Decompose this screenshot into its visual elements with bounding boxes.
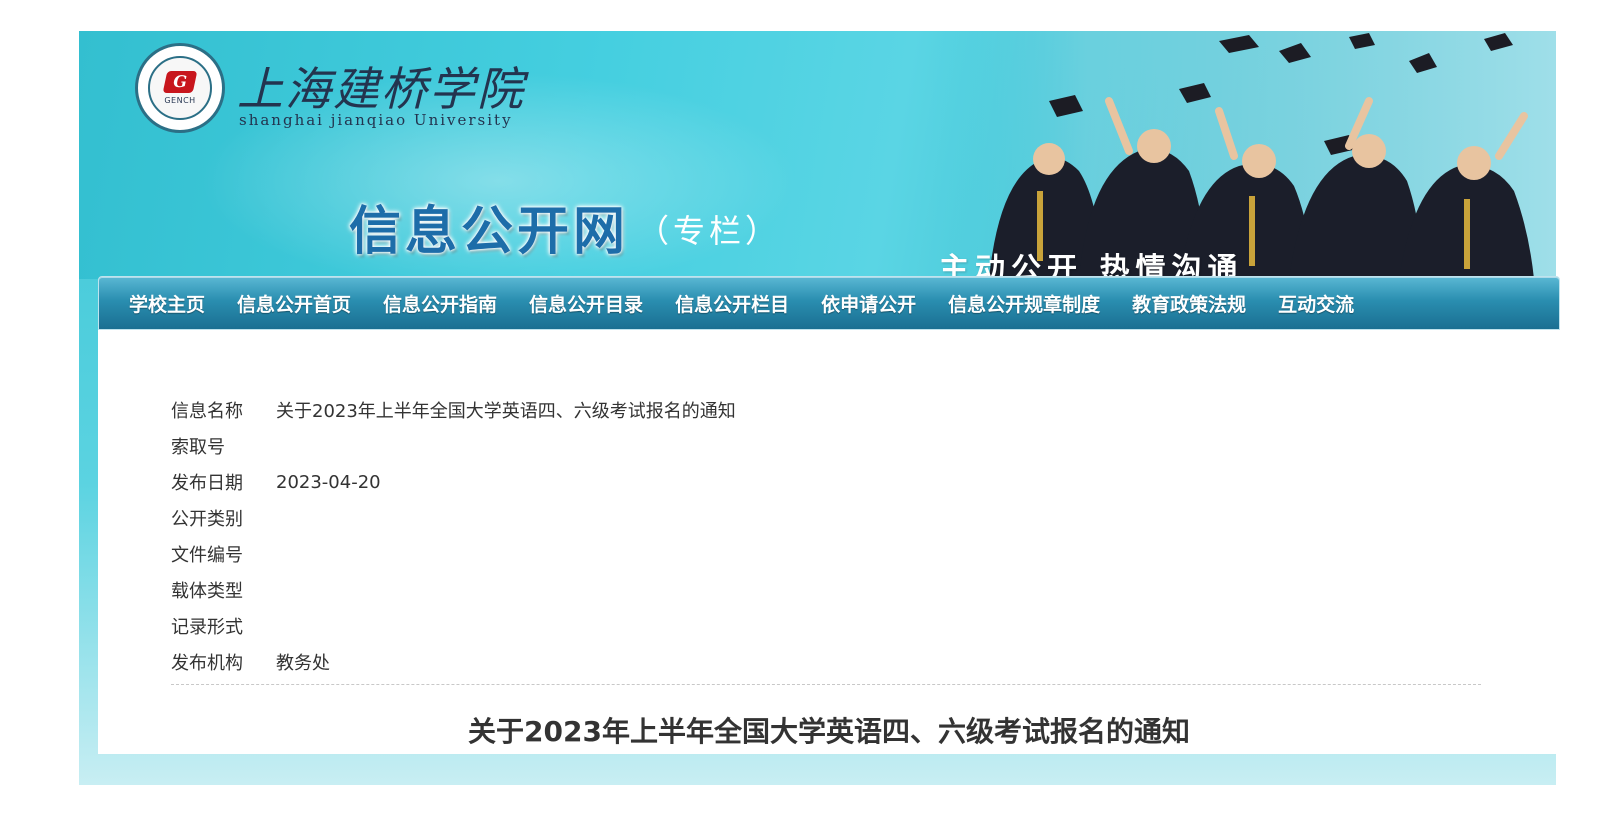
meta-label: 发布机构	[171, 653, 243, 674]
meta-row-category: 公开类别	[171, 500, 1461, 536]
meta-row-document-number: 文件编号	[171, 536, 1461, 572]
school-name-en: shanghai jianqiao University	[239, 111, 513, 129]
meta-row-info-name: 信息名称 关于2023年上半年全国大学英语四、六级考试报名的通知	[171, 392, 1461, 428]
nav-item-request-disclosure[interactable]: 依申请公开	[821, 290, 916, 317]
meta-label: 信息名称	[171, 401, 243, 422]
meta-row-publisher: 发布机构 教务处	[171, 644, 1461, 680]
header-banner: G GENCH 上海建桥学院 shanghai jianqiao Univers…	[79, 31, 1556, 279]
nav-item-disclosure-guide[interactable]: 信息公开指南	[383, 290, 497, 317]
site-subtitle: （专栏）	[637, 212, 782, 250]
nav-item-disclosure-home[interactable]: 信息公开首页	[237, 290, 351, 317]
meta-row-publish-date: 发布日期 2023-04-20	[171, 464, 1461, 500]
nav-item-interaction[interactable]: 互动交流	[1278, 290, 1354, 317]
meta-row-record-form: 记录形式	[171, 608, 1461, 644]
meta-label: 公开类别	[171, 509, 243, 530]
content-area: 信息名称 关于2023年上半年全国大学英语四、六级考试报名的通知 索取号 发布日…	[98, 330, 1560, 754]
meta-value: 教务处	[276, 653, 330, 674]
info-metadata: 信息名称 关于2023年上半年全国大学英语四、六级考试报名的通知 索取号 发布日…	[171, 392, 1481, 685]
meta-label: 记录形式	[171, 617, 243, 638]
logo-mark: G	[162, 71, 198, 93]
graduation-photo	[929, 31, 1556, 279]
nav-item-education-policy[interactable]: 教育政策法规	[1132, 290, 1246, 317]
meta-row-index-number: 索取号	[171, 428, 1461, 464]
divider	[171, 684, 1481, 685]
meta-label: 文件编号	[171, 545, 243, 566]
nav-item-disclosure-rules[interactable]: 信息公开规章制度	[948, 290, 1100, 317]
logo-inner-ring: G GENCH	[148, 56, 212, 120]
main-nav: 学校主页 信息公开首页 信息公开指南 信息公开目录 信息公开栏目 依申请公开 信…	[98, 276, 1560, 330]
meta-row-carrier-type: 载体类型	[171, 572, 1461, 608]
meta-value: 关于2023年上半年全国大学英语四、六级考试报名的通知	[276, 401, 736, 422]
logo-text: GENCH	[164, 96, 196, 105]
article-title: 关于2023年上半年全国大学英语四、六级考试报名的通知	[468, 715, 1190, 748]
school-name-cn: 上海建桥学院	[237, 62, 525, 116]
nav-item-disclosure-catalog[interactable]: 信息公开目录	[529, 290, 643, 317]
site-title: 信息公开网	[349, 202, 630, 262]
nav-item-school-home[interactable]: 学校主页	[129, 290, 205, 317]
meta-label: 发布日期	[171, 473, 243, 494]
school-logo[interactable]: G GENCH	[135, 43, 225, 133]
slogan: 主动公开 热情沟通	[939, 252, 1244, 279]
meta-label: 索取号	[171, 437, 225, 458]
meta-label: 载体类型	[171, 581, 243, 602]
nav-item-disclosure-columns[interactable]: 信息公开栏目	[675, 290, 789, 317]
meta-value: 2023-04-20	[276, 471, 381, 493]
